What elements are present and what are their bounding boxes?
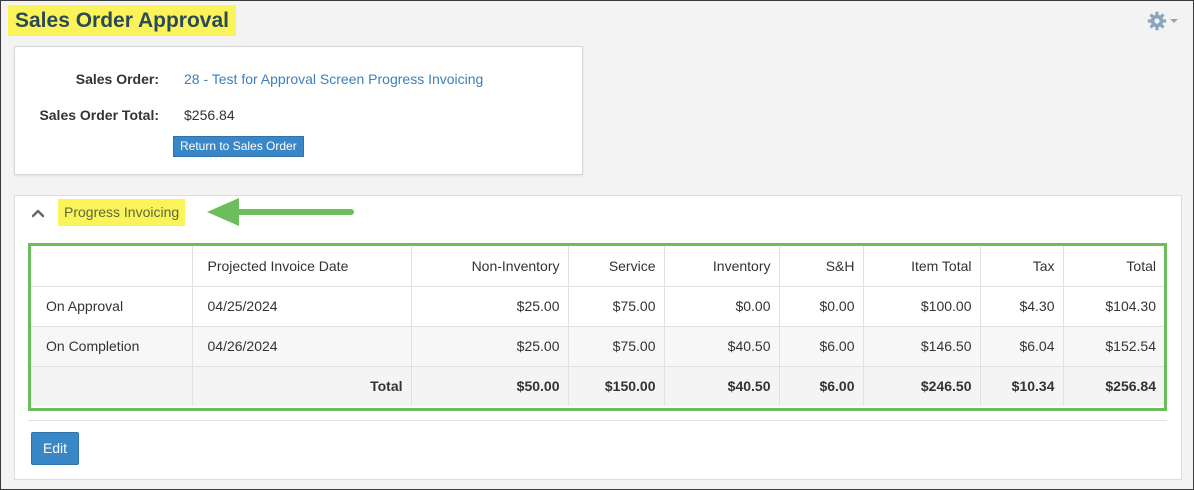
item-total-cell: $100.00 bbox=[862, 285, 981, 327]
chevron-down-icon[interactable] bbox=[1170, 19, 1178, 23]
projected-invoice-date: 04/25/2024 bbox=[191, 285, 412, 327]
projected-invoice-date: 04/26/2024 bbox=[191, 325, 412, 367]
return-to-sales-order-button[interactable]: Return to Sales Order bbox=[173, 136, 304, 157]
edit-button[interactable]: Edit bbox=[31, 432, 79, 465]
table-header-row: Projected Invoice Date Non-Inventory Ser… bbox=[31, 246, 1164, 287]
service-cell: $75.00 bbox=[567, 325, 665, 367]
column-header: Item Total bbox=[862, 246, 981, 287]
totals-row: Total $50.00 $150.00 $40.50 $6.00 $246.5… bbox=[31, 365, 1164, 406]
column-header: Tax bbox=[979, 246, 1064, 287]
non-inventory-cell: $25.00 bbox=[410, 325, 569, 367]
total-cell: $104.30 bbox=[1062, 285, 1164, 327]
gear-icon[interactable] bbox=[1147, 11, 1167, 31]
sales-order-total-label: Sales Order Total: bbox=[39, 107, 159, 123]
total-cell: $152.54 bbox=[1062, 325, 1164, 367]
sales-order-total-row: Sales Order Total: $256.84 bbox=[15, 105, 584, 125]
sh-total: $6.00 bbox=[778, 365, 864, 406]
progress-invoicing-table: Projected Invoice Date Non-Inventory Ser… bbox=[31, 246, 1164, 406]
totals-empty-cell bbox=[31, 365, 193, 406]
non-inventory-total: $50.00 bbox=[410, 365, 569, 406]
sh-cell: $0.00 bbox=[778, 285, 864, 327]
tax-total: $10.34 bbox=[979, 365, 1064, 406]
row-label: On Completion bbox=[31, 325, 193, 367]
table-row: On Approval 04/25/2024 $25.00 $75.00 $0.… bbox=[31, 285, 1164, 327]
sales-order-total-value: $256.84 bbox=[184, 107, 235, 123]
page-title: Sales Order Approval bbox=[8, 5, 236, 36]
column-header: S&H bbox=[778, 246, 864, 287]
column-header: Total bbox=[1062, 246, 1164, 287]
table-row: On Completion 04/26/2024 $25.00 $75.00 $… bbox=[31, 325, 1164, 367]
chevron-up-icon[interactable] bbox=[31, 206, 45, 220]
tax-cell: $6.04 bbox=[979, 325, 1064, 367]
section-title[interactable]: Progress Invoicing bbox=[58, 199, 186, 226]
annotation-arrow-icon bbox=[207, 198, 354, 226]
sales-order-label: Sales Order: bbox=[75, 71, 159, 87]
settings-menu[interactable] bbox=[1147, 11, 1183, 31]
service-cell: $75.00 bbox=[567, 285, 665, 327]
progress-invoicing-table-container: Projected Invoice Date Non-Inventory Ser… bbox=[28, 243, 1167, 411]
column-header: Service bbox=[567, 246, 665, 287]
sales-order-link[interactable]: 28 - Test for Approval Screen Progress I… bbox=[184, 69, 483, 89]
service-total: $150.00 bbox=[567, 365, 665, 406]
section-divider bbox=[28, 420, 1167, 421]
column-header bbox=[31, 246, 193, 287]
tax-cell: $4.30 bbox=[979, 285, 1064, 327]
inventory-total: $40.50 bbox=[663, 365, 780, 406]
non-inventory-cell: $25.00 bbox=[410, 285, 569, 327]
sh-cell: $6.00 bbox=[778, 325, 864, 367]
column-header: Projected Invoice Date bbox=[191, 246, 412, 287]
item-total-cell: $146.50 bbox=[862, 325, 981, 367]
sales-order-row: Sales Order: 28 - Test for Approval Scre… bbox=[15, 69, 584, 89]
totals-label: Total bbox=[191, 365, 412, 406]
window-frame: Sales Order Approval Sales Order: 28 - T… bbox=[0, 0, 1194, 490]
inventory-cell: $40.50 bbox=[663, 325, 780, 367]
order-info-panel: Sales Order: 28 - Test for Approval Scre… bbox=[14, 46, 583, 175]
progress-invoicing-section: Progress Invoicing Projected Invoice Dat… bbox=[14, 195, 1182, 480]
grand-total: $256.84 bbox=[1062, 365, 1164, 406]
inventory-cell: $0.00 bbox=[663, 285, 780, 327]
column-header: Inventory bbox=[663, 246, 780, 287]
column-header: Non-Inventory bbox=[410, 246, 569, 287]
item-total-total: $246.50 bbox=[862, 365, 981, 406]
row-label: On Approval bbox=[31, 285, 193, 327]
